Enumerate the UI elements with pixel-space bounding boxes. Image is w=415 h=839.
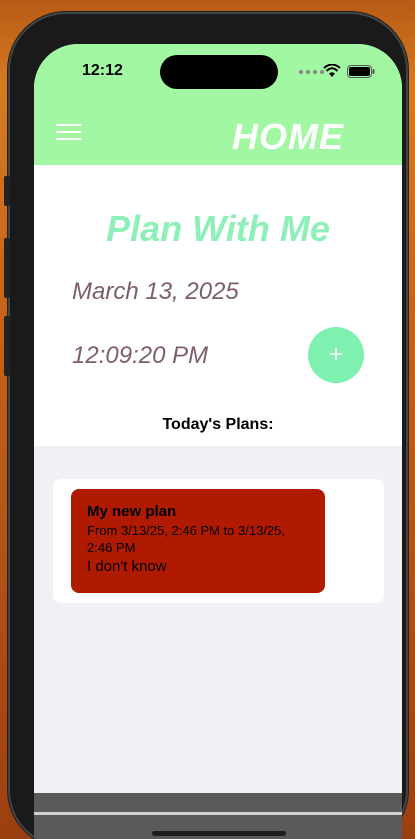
app-title: Plan With Me xyxy=(106,208,330,249)
plans-list: My new plan From 3/13/25, 2:46 PM to 3/1… xyxy=(53,479,384,603)
summary-panel: Plan With Me March 13, 2025 12:09:20 PM … xyxy=(34,165,402,446)
home-indicator[interactable] xyxy=(152,831,286,836)
volume-down-button xyxy=(4,316,10,376)
status-time: 12:12 xyxy=(82,62,123,79)
plus-icon: + xyxy=(328,341,343,368)
hamburger-menu-icon[interactable] xyxy=(56,124,82,145)
dynamic-island xyxy=(160,55,278,89)
volume-up-button xyxy=(4,238,10,298)
plan-description: I don't know xyxy=(87,558,167,575)
wifi-icon xyxy=(323,64,341,77)
add-plan-button[interactable]: + xyxy=(308,327,364,383)
action-button xyxy=(4,176,10,206)
page-title: HOME xyxy=(232,116,344,157)
plan-title: My new plan xyxy=(87,503,177,520)
bottom-bar xyxy=(34,793,402,839)
divider xyxy=(34,812,402,815)
phone-frame: 12:12 HOME Plan With Me March 13, 2025 1… xyxy=(4,12,408,839)
battery-icon xyxy=(347,65,375,78)
current-date: March 13, 2025 xyxy=(72,278,239,305)
plan-item[interactable]: My new plan From 3/13/25, 2:46 PM to 3/1… xyxy=(71,489,325,593)
current-time: 12:09:20 PM xyxy=(72,342,209,369)
app-screen: 12:12 HOME Plan With Me March 13, 2025 1… xyxy=(34,44,402,839)
plan-time-range: From 3/13/25, 2:46 PM to 3/13/25, 2:46 P… xyxy=(87,523,286,555)
cellular-signal-icon xyxy=(299,70,324,74)
todays-plans-heading: Today's Plans: xyxy=(162,416,274,433)
top-header: 12:12 HOME xyxy=(34,44,402,165)
